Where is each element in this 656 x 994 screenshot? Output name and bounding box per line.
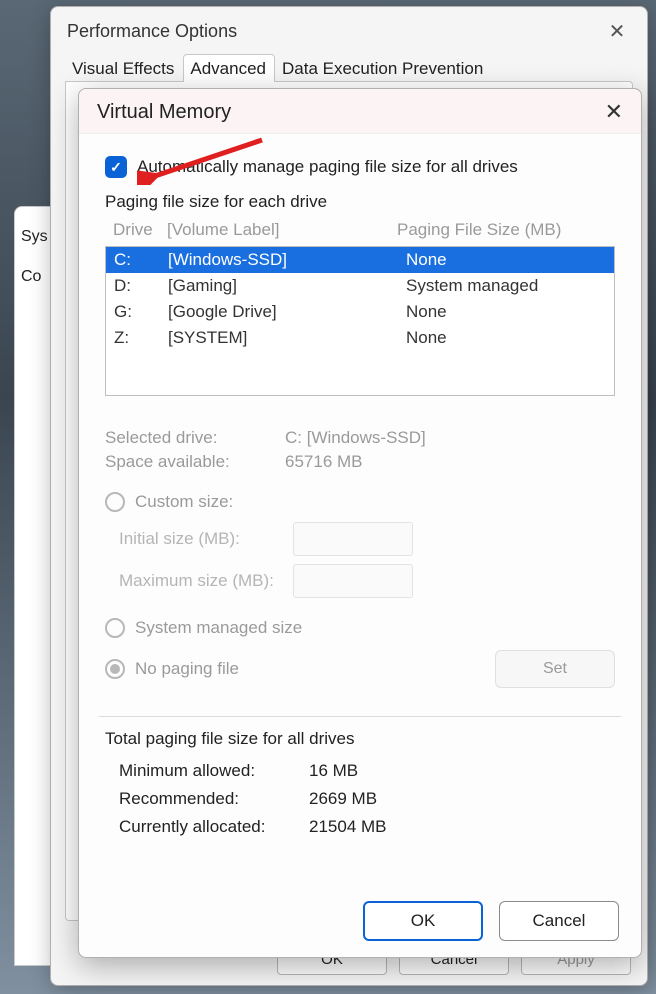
no-paging-radio[interactable]: [105, 659, 125, 679]
performance-options-title: Performance Options: [67, 21, 237, 42]
set-button[interactable]: Set: [495, 650, 615, 688]
drive-label: [SYSTEM]: [168, 328, 406, 348]
drive-size: None: [406, 302, 606, 322]
bg-row-co: Co: [21, 257, 47, 297]
vm-cancel-button[interactable]: Cancel: [499, 901, 619, 941]
drive-letter: G:: [114, 302, 168, 322]
recommended-value: 2669 MB: [309, 789, 615, 809]
currently-allocated-label: Currently allocated:: [119, 817, 309, 837]
col-drive: Drive: [113, 220, 167, 240]
drive-size: System managed: [406, 276, 606, 296]
custom-size-radio[interactable]: [105, 492, 125, 512]
auto-manage-checkbox[interactable]: ✓: [105, 156, 127, 178]
drive-label: [Windows-SSD]: [168, 250, 406, 270]
background-window: Sys Co: [14, 206, 54, 966]
drive-label: [Gaming]: [168, 276, 406, 296]
no-paging-label: No paging file: [135, 659, 239, 679]
performance-tabs: Visual Effects Advanced Data Execution P…: [51, 51, 647, 81]
min-allowed-value: 16 MB: [309, 761, 615, 781]
initial-size-input[interactable]: [293, 522, 413, 556]
selected-drive-value: C: [Windows-SSD]: [285, 428, 615, 448]
col-volume: [Volume Label]: [167, 220, 397, 240]
auto-manage-label: Automatically manage paging file size fo…: [137, 157, 518, 177]
min-allowed-label: Minimum allowed:: [119, 761, 309, 781]
vm-ok-button[interactable]: OK: [363, 901, 483, 941]
drive-row[interactable]: Z: [SYSTEM] None: [106, 325, 614, 351]
system-managed-radio[interactable]: [105, 618, 125, 638]
drive-size: None: [406, 250, 606, 270]
drive-list-headers: Drive [Volume Label] Paging File Size (M…: [105, 216, 615, 246]
drive-row[interactable]: D: [Gaming] System managed: [106, 273, 614, 299]
drive-label: [Google Drive]: [168, 302, 406, 322]
drive-row[interactable]: G: [Google Drive] None: [106, 299, 614, 325]
tab-dep[interactable]: Data Execution Prevention: [275, 54, 492, 82]
initial-size-label: Initial size (MB):: [119, 529, 279, 549]
recommended-label: Recommended:: [119, 789, 309, 809]
drive-row[interactable]: C: [Windows-SSD] None: [106, 247, 614, 273]
totals-title: Total paging file size for all drives: [105, 729, 615, 749]
system-managed-label: System managed size: [135, 618, 302, 638]
col-size: Paging File Size (MB): [397, 220, 607, 240]
drive-letter: D:: [114, 276, 168, 296]
drive-letter: Z:: [114, 328, 168, 348]
drive-size: None: [406, 328, 606, 348]
virtual-memory-dialog: Virtual Memory ✕ ✓ Automatically manage …: [78, 88, 642, 958]
space-available-label: Space available:: [105, 452, 285, 472]
virtual-memory-title: Virtual Memory: [97, 101, 231, 124]
paging-section-label: Paging file size for each drive: [105, 192, 615, 212]
tab-advanced[interactable]: Advanced: [183, 54, 275, 82]
space-available-value: 65716 MB: [285, 452, 615, 472]
tab-visual-effects[interactable]: Visual Effects: [65, 54, 183, 82]
drive-letter: C:: [114, 250, 168, 270]
currently-allocated-value: 21504 MB: [309, 817, 615, 837]
divider: [99, 716, 621, 717]
custom-size-label: Custom size:: [135, 492, 233, 512]
maximum-size-input[interactable]: [293, 564, 413, 598]
maximum-size-label: Maximum size (MB):: [119, 571, 279, 591]
bg-row-sys: Sys: [21, 217, 47, 257]
close-icon[interactable]: ✕: [603, 19, 631, 44]
selected-drive-label: Selected drive:: [105, 428, 285, 448]
drive-list[interactable]: C: [Windows-SSD] None D: [Gaming] System…: [105, 246, 615, 396]
close-icon[interactable]: ✕: [593, 99, 623, 125]
